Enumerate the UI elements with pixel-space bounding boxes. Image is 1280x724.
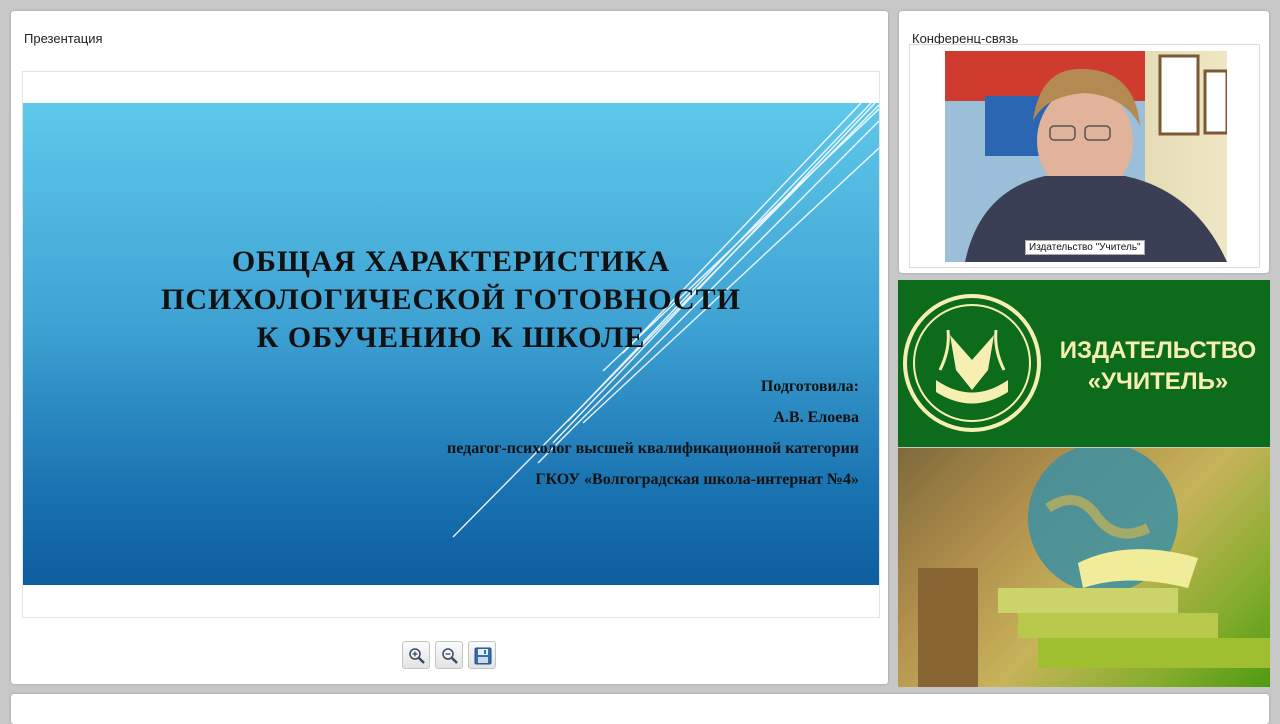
zoom-in-button[interactable] bbox=[402, 641, 430, 669]
participant-video-frame bbox=[945, 51, 1227, 262]
slide-title-line: ПСИХОЛОГИЧЕСКОЙ ГОТОВНОСТИ bbox=[161, 283, 741, 316]
slide-author-position: педагог-психолог высшей квалификационной… bbox=[447, 440, 859, 457]
publisher-name: ИЗДАТЕЛЬСТВО «УЧИТЕЛЬ» bbox=[1058, 335, 1258, 397]
slide-prepared-by: Подготовила: bbox=[760, 378, 859, 395]
publisher-name-line: «УЧИТЕЛЬ» bbox=[1087, 368, 1229, 395]
publisher-logo-icon bbox=[903, 294, 1041, 432]
slide-title-line: К ОБУЧЕНИЮ К ШКОЛЕ bbox=[256, 321, 646, 354]
slide-title: ОБЩАЯ ХАРАКТЕРИСТИКА ПСИХОЛОГИЧЕСКОЙ ГОТ… bbox=[23, 243, 879, 357]
slide-viewer: ОБЩАЯ ХАРАКТЕРИСТИКА ПСИХОЛОГИЧЕСКОЙ ГОТ… bbox=[22, 71, 880, 618]
presentation-panel-title: Презентация bbox=[24, 31, 103, 46]
books-illustration bbox=[918, 448, 1270, 687]
conference-panel: Конференц-связь Издательство "Учитель" bbox=[899, 11, 1269, 273]
presentation-panel: Презентация ОБЩАЯ ХАРАКТЕРИСТИКА ПСИХОЛО… bbox=[11, 11, 888, 684]
slide-organization: ГКОУ «Волгоградская школа-интернат №4» bbox=[535, 471, 859, 488]
video-container: Издательство "Учитель" bbox=[909, 44, 1260, 268]
save-button[interactable] bbox=[468, 641, 496, 669]
slide-author: А.В. Елоева bbox=[773, 409, 859, 426]
slide: ОБЩАЯ ХАРАКТЕРИСТИКА ПСИХОЛОГИЧЕСКОЙ ГОТ… bbox=[23, 103, 879, 585]
slide-title-line: ОБЩАЯ ХАРАКТЕРИСТИКА bbox=[231, 245, 671, 278]
participant-name-label: Издательство "Учитель" bbox=[1025, 240, 1145, 255]
publisher-banner: ИЗДАТЕЛЬСТВО «УЧИТЕЛЬ» bbox=[898, 280, 1270, 447]
publisher-name-line: ИЗДАТЕЛЬСТВО bbox=[1059, 337, 1257, 364]
participant-video[interactable]: Издательство "Учитель" bbox=[945, 51, 1227, 262]
books-globe-image bbox=[898, 448, 1270, 687]
zoom-out-icon bbox=[442, 648, 458, 664]
zoom-in-icon bbox=[409, 648, 425, 664]
floppy-disk-icon bbox=[474, 647, 492, 665]
zoom-out-button[interactable] bbox=[435, 641, 463, 669]
